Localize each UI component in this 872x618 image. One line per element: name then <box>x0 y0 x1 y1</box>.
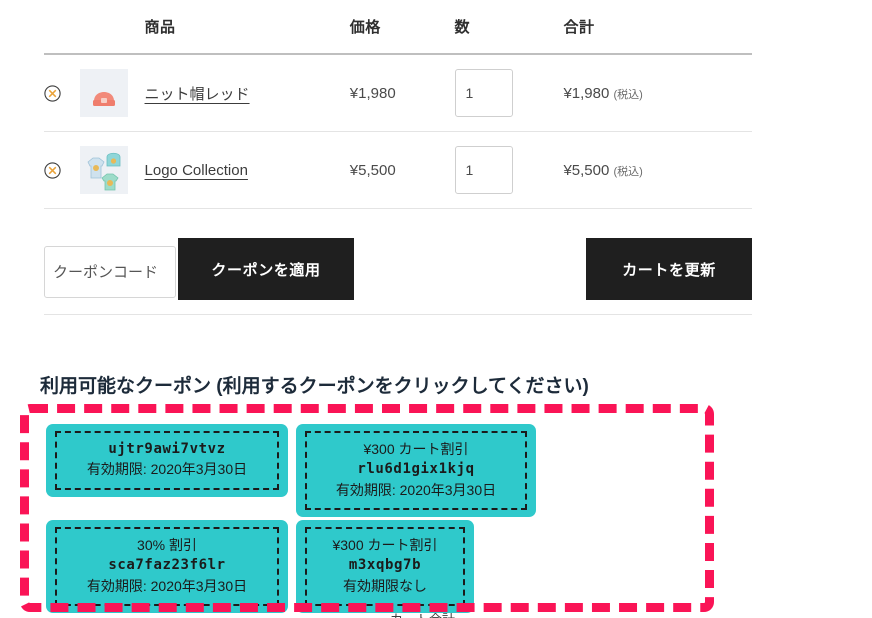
cell-price: ¥1,980 <box>349 84 396 102</box>
apply-coupon-button[interactable]: クーポンを適用 <box>178 238 354 300</box>
cart-table: 商品 価格 数 合計 ニット帽レッド ¥1,980 1 ¥1,980 (税込) … <box>44 16 752 209</box>
quantity-input[interactable] <box>454 69 513 117</box>
product-link[interactable]: ニット帽レッド <box>145 86 250 103</box>
coupon-card-inner: ¥300 カート割引 m3xqbg7b 有効期限なし <box>305 527 465 606</box>
column-header-quantity: 数 <box>454 19 471 36</box>
clipped-footer-text: カート合計 <box>390 613 455 618</box>
cell-remove <box>44 54 80 132</box>
coupon-discount: ¥300 カート割引 <box>332 537 438 553</box>
coupon-expiry: 有効期限: 2020年3月30日 <box>86 577 248 594</box>
column-header-price: 価格 <box>349 19 381 36</box>
table-row: Logo Collection ¥5,500 ¥5,500 (税込) <box>44 132 752 209</box>
coupon-code-input[interactable] <box>44 246 176 298</box>
cell-quantity <box>454 132 564 209</box>
coupon-code: m3xqbg7b <box>348 557 422 574</box>
cell-product-name: Logo Collection <box>145 132 350 209</box>
clipped-footer-region: カート合計 <box>0 613 872 618</box>
cart-table-body: ニット帽レッド ¥1,980 ¥1,980 (税込) <box>44 54 752 209</box>
coupon-card[interactable]: ujtr9awi7vtvz 有効期限: 2020年3月30日 <box>46 424 288 497</box>
circle-x-icon[interactable] <box>44 84 61 102</box>
tax-note: (税込) <box>613 165 643 178</box>
available-coupons-heading: 利用可能なクーポン (利用するクーポンをクリックしてください) <box>40 376 589 397</box>
coupon-card[interactable]: ¥300 カート割引 rlu6d1gix1kjq 有効期限: 2020年3月30… <box>296 424 536 517</box>
cart-table-head: 商品 価格 数 合計 <box>44 16 752 54</box>
cart-header-row: 商品 価格 数 合計 <box>44 16 752 54</box>
coupon-expiry: 有効期限: 2020年3月30日 <box>86 461 248 478</box>
tax-note: (税込) <box>613 88 643 101</box>
coupon-card-inner: ujtr9awi7vtvz 有効期限: 2020年3月30日 <box>55 431 279 490</box>
column-header-product: 商品 <box>144 19 176 36</box>
knit-beanie-red-thumbnail[interactable] <box>79 69 128 117</box>
coupon-code: rlu6d1gix1kjq <box>357 461 475 478</box>
cart-page: 商品 価格 数 合計 ニット帽レッド ¥1,980 1 ¥1,980 (税込) … <box>0 0 872 618</box>
cell-product-name: ニット帽レッド <box>145 54 350 132</box>
circle-x-icon[interactable] <box>44 161 61 179</box>
product-link[interactable]: Logo Collection <box>145 162 248 179</box>
cell-price: ¥5,500 <box>349 161 396 179</box>
column-header-total: 合計 <box>563 19 595 36</box>
cell-thumbnail <box>79 54 145 132</box>
column-header-thumbnail <box>80 16 145 54</box>
coupon-card[interactable]: ¥300 カート割引 m3xqbg7b 有効期限なし <box>296 520 474 613</box>
cell-total: ¥1,980 (税込) <box>563 54 752 132</box>
cart-actions-row: クーポンを適用 カートを更新 <box>44 238 752 304</box>
coupon-card[interactable]: 30% 割引 sca7faz23f6lr 有効期限: 2020年3月30日 <box>46 520 288 613</box>
coupon-expiry: 有効期限: 2020年3月30日 <box>335 481 497 498</box>
row-total-amount: ¥5,500 <box>563 161 610 179</box>
section-divider <box>44 314 752 315</box>
coupon-discount: ¥300 カート割引 <box>363 441 469 457</box>
cell-thumbnail <box>79 132 145 209</box>
cell-remove <box>44 132 80 209</box>
coupon-code: ujtr9awi7vtvz <box>108 441 226 457</box>
coupon-card-inner: ¥300 カート割引 rlu6d1gix1kjq 有効期限: 2020年3月30… <box>305 431 527 510</box>
cell-total: ¥5,500 (税込) <box>563 132 752 209</box>
row-total-amount: ¥1,980 <box>563 84 610 102</box>
coupon-code: sca7faz23f6lr <box>108 557 226 574</box>
column-header-remove <box>44 16 80 54</box>
coupon-card-inner: 30% 割引 sca7faz23f6lr 有効期限: 2020年3月30日 <box>55 527 279 606</box>
update-cart-button[interactable]: カートを更新 <box>586 238 752 300</box>
table-row: ニット帽レッド ¥1,980 ¥1,980 (税込) <box>44 54 752 132</box>
quantity-input[interactable] <box>454 146 513 194</box>
coupon-expiry: 有効期限なし <box>343 577 427 594</box>
logo-collection-apparel-thumbnail[interactable] <box>79 146 128 194</box>
coupon-discount: 30% 割引 <box>137 537 197 553</box>
cell-quantity <box>454 54 564 132</box>
